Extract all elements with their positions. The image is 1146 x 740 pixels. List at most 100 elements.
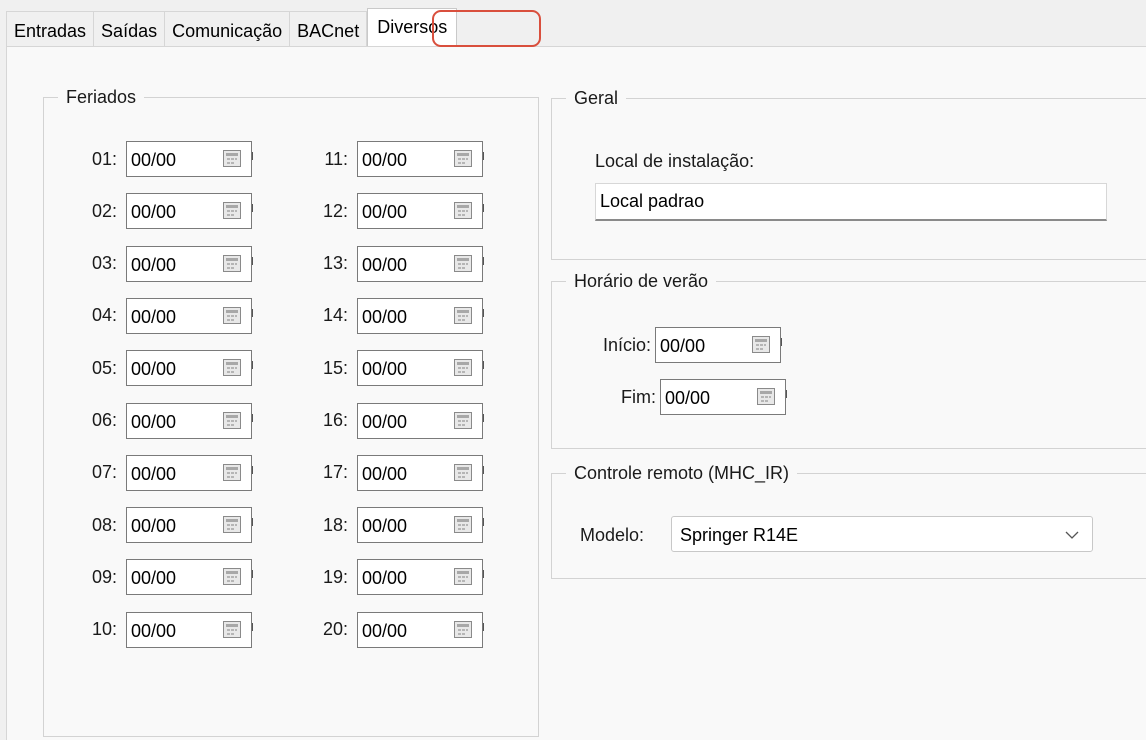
- spin-tick: [483, 308, 484, 317]
- tab-saidas[interactable]: Saídas: [94, 11, 166, 47]
- calendar-icon[interactable]: [223, 150, 241, 167]
- calendar-icon[interactable]: [223, 516, 241, 534]
- feriado-left-row: 07: 00/00: [80, 454, 253, 491]
- calendar-icon[interactable]: [223, 306, 241, 324]
- calendar-icon[interactable]: [223, 620, 241, 638]
- spin-tick: [252, 518, 253, 527]
- calendar-icon[interactable]: [454, 516, 472, 534]
- spin-tick: [483, 152, 484, 160]
- calendar-icon[interactable]: [223, 254, 241, 272]
- fim-value: 00/00: [665, 388, 711, 408]
- fim-date-field[interactable]: 00/00: [660, 379, 787, 415]
- feriado-date-field[interactable]: 00/00: [126, 559, 253, 596]
- spin-tick: [786, 390, 787, 398]
- calendar-icon[interactable]: [454, 411, 472, 429]
- spin-tick: [483, 256, 484, 265]
- feriado-number-label: 07:: [91, 462, 117, 483]
- feriado-date-field[interactable]: 00/00: [126, 402, 253, 439]
- feriado-right-row: 16: 00/00: [311, 402, 484, 439]
- tab-diversos[interactable]: Diversos: [367, 8, 458, 47]
- calendar-icon[interactable]: [223, 359, 241, 377]
- feriado-left-row: 06: 00/00: [80, 402, 253, 439]
- feriado-date-field[interactable]: 00/00: [357, 193, 484, 230]
- chevron-down-icon: [1065, 531, 1079, 539]
- spin-tick: [252, 465, 253, 474]
- feriado-number-label: 02:: [91, 200, 117, 221]
- feriado-number-label: 11:: [324, 148, 348, 169]
- feriado-date-field[interactable]: 00/00: [357, 611, 484, 648]
- tab-entradas[interactable]: Entradas: [6, 11, 95, 47]
- feriado-date-value: 00/00: [362, 306, 408, 327]
- feriado-number-label: 15:: [322, 357, 348, 378]
- feriado-number-label: 12:: [322, 200, 348, 221]
- feriado-date-field[interactable]: 00/00: [357, 559, 484, 596]
- feriado-date-field[interactable]: 00/00: [357, 350, 484, 387]
- feriado-left-row: 03: 00/00: [80, 245, 253, 282]
- calendar-icon[interactable]: [223, 411, 241, 429]
- feriado-number-label: 14:: [322, 305, 348, 326]
- feriado-date-field[interactable]: 00/00: [357, 454, 484, 491]
- feriado-number-label: 19:: [322, 566, 348, 587]
- tab-bacnet[interactable]: BACnet: [290, 11, 368, 47]
- calendar-icon[interactable]: [454, 202, 472, 220]
- spin-tick: [483, 622, 484, 631]
- calendar-icon[interactable]: [757, 388, 775, 405]
- calendar-icon[interactable]: [454, 254, 472, 272]
- feriado-right-row: 17: 00/00: [311, 454, 484, 491]
- calendar-icon[interactable]: [454, 359, 472, 377]
- calendar-icon[interactable]: [454, 150, 472, 167]
- calendar-icon[interactable]: [454, 568, 472, 586]
- feriado-number-label: 13:: [322, 253, 348, 274]
- calendar-icon[interactable]: [454, 306, 472, 324]
- horario-verao-title: Horário de verão: [574, 271, 709, 291]
- feriado-date-field[interactable]: 00/00: [126, 611, 253, 648]
- local-instalacao-input[interactable]: Local padrao: [595, 183, 1107, 221]
- feriado-date-field[interactable]: 00/00: [357, 245, 484, 282]
- feriado-right-row: 14: 00/00: [311, 297, 484, 334]
- feriado-date-field[interactable]: 00/00: [126, 350, 253, 387]
- geral-title: Geral: [574, 88, 619, 108]
- feriado-date-value: 00/00: [131, 463, 177, 484]
- feriado-number-label: 18:: [322, 514, 348, 535]
- tab-comunicacao[interactable]: Comunicação: [165, 11, 291, 47]
- feriado-date-value: 00/00: [362, 359, 408, 380]
- calendar-icon[interactable]: [223, 202, 241, 220]
- feriado-date-field[interactable]: 00/00: [126, 245, 253, 282]
- spin-tick: [781, 338, 783, 346]
- modelo-select[interactable]: Springer R14E: [671, 516, 1093, 552]
- feriado-number-label: 09:: [91, 566, 117, 587]
- feriado-date-field[interactable]: 00/00: [126, 297, 253, 334]
- calendar-icon[interactable]: [454, 620, 472, 638]
- spin-tick: [483, 413, 484, 422]
- controle-remoto-title: Controle remoto (MHC_IR): [574, 463, 790, 483]
- feriado-date-field[interactable]: 00/00: [357, 507, 484, 544]
- spin-tick: [483, 518, 484, 527]
- feriado-date-field[interactable]: 00/00: [357, 297, 484, 334]
- modelo-value: Springer R14E: [680, 525, 799, 545]
- feriado-date-field[interactable]: 00/00: [126, 454, 253, 491]
- feriado-number-label: 17:: [322, 462, 348, 483]
- feriado-left-row: 02: 00/00: [80, 193, 253, 230]
- inicio-label: Início:: [603, 334, 652, 355]
- feriado-date-field[interactable]: 00/00: [126, 193, 253, 230]
- calendar-icon[interactable]: [752, 336, 771, 353]
- spin-tick: [252, 308, 253, 317]
- feriado-date-value: 00/00: [131, 516, 177, 537]
- calendar-icon[interactable]: [223, 568, 241, 586]
- fim-row: Fim: 00/00: [621, 379, 787, 415]
- feriado-date-field[interactable]: 00/00: [126, 507, 253, 544]
- spin-tick: [252, 256, 253, 265]
- inicio-date-field[interactable]: 00/00: [655, 327, 783, 363]
- feriado-left-row: 09: 00/00: [80, 559, 253, 596]
- feriado-date-field[interactable]: 00/00: [357, 402, 484, 439]
- feriado-date-value: 00/00: [131, 150, 177, 170]
- feriado-date-value: 00/00: [362, 568, 408, 589]
- feriado-left-row: 04: 00/00: [80, 297, 253, 334]
- calendar-icon[interactable]: [223, 463, 241, 481]
- calendar-icon[interactable]: [454, 463, 472, 481]
- spin-tick: [483, 361, 484, 370]
- feriado-date-value: 00/00: [362, 463, 408, 484]
- feriado-date-field[interactable]: 00/00: [126, 141, 253, 177]
- feriado-date-field[interactable]: 00/00: [357, 141, 484, 177]
- feriado-right-row: 20: 00/00: [311, 611, 484, 648]
